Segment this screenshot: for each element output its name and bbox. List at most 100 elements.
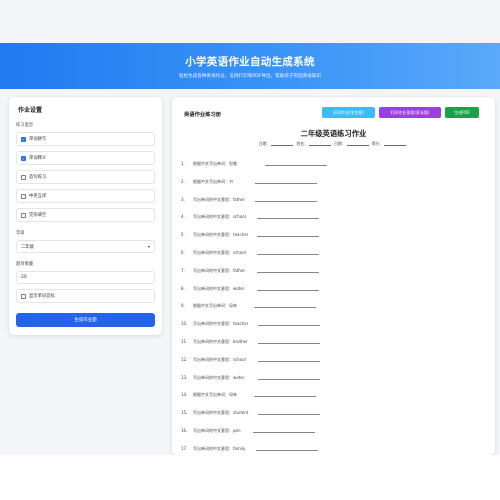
question-text: 根据中文写出单词：母亲 bbox=[193, 303, 237, 309]
question-number: 14. bbox=[181, 392, 188, 398]
app-title: 小学英语作业自动生成系统 bbox=[185, 56, 315, 68]
answer-line[interactable] bbox=[257, 289, 319, 291]
question-text: 写出单词的中文意思：school bbox=[193, 214, 246, 220]
practice-option[interactable]: 完形填空 bbox=[16, 208, 155, 222]
question-number: 5. bbox=[181, 232, 185, 238]
document-meta: 日期： 姓名： 日期： 得分： bbox=[172, 141, 495, 147]
question-item: 5. 写出单词的中文意思：teacher bbox=[181, 232, 319, 238]
practice-option-label: 单词拼写 bbox=[29, 137, 47, 142]
question-text: 写出单词的中文意思：brother bbox=[193, 339, 248, 344]
question-item: 11. 写出单词的中文意思：brother bbox=[181, 339, 320, 345]
question-item: 10. 写出单词的中文意思：teacher bbox=[181, 321, 320, 327]
grade-select[interactable]: 二年级 ▾ bbox=[16, 240, 155, 253]
question-number: 7. bbox=[181, 267, 185, 273]
question-number: 8. bbox=[181, 285, 185, 291]
practice-option[interactable]: 造句练习 bbox=[16, 170, 155, 184]
question-number: 13. bbox=[181, 374, 188, 380]
generate-homework-button[interactable]: 生成作业题 bbox=[16, 313, 155, 327]
practice-type-label: 练习类型 bbox=[16, 123, 34, 128]
answer-line[interactable] bbox=[253, 432, 315, 433]
chevron-down-icon: ▾ bbox=[147, 244, 150, 249]
question-item: 8. 写出单词的中文意思：water bbox=[181, 285, 319, 292]
question-number: 4. bbox=[181, 214, 185, 220]
document-title: 二年级英语练习作业 bbox=[300, 129, 367, 138]
question-text: 写出单词的中文意思：teacher bbox=[193, 321, 249, 327]
question-text: 写出单词的中文意思：student bbox=[193, 410, 249, 416]
practice-option[interactable]: 中英互译 bbox=[16, 189, 155, 203]
practice-option-checkbox[interactable]: ✓ bbox=[21, 136, 26, 142]
practice-option-checkbox[interactable]: ✓ bbox=[21, 155, 26, 161]
meta-score-label: 得分： bbox=[371, 141, 384, 146]
practice-option-label: 完形填空 bbox=[29, 213, 47, 218]
question-text: 写出单词的中文意思：father bbox=[193, 196, 246, 202]
answer-line[interactable] bbox=[265, 165, 327, 166]
answer-line[interactable] bbox=[257, 271, 319, 273]
question-text: 根据中文写出单词：母亲 bbox=[193, 392, 237, 398]
answer-line[interactable] bbox=[255, 200, 317, 202]
show-phonetics-label: 显示单词音标 bbox=[29, 294, 55, 299]
practice-option-checkbox[interactable] bbox=[21, 174, 26, 180]
question-item: 12. 写出单词的中文意思：school bbox=[181, 356, 320, 363]
question-text: 根据中文写出单词：铅笔 bbox=[193, 161, 237, 166]
meta-date-label: 日期： bbox=[258, 141, 271, 146]
answer-line[interactable] bbox=[257, 236, 319, 238]
answer-line[interactable] bbox=[254, 307, 316, 309]
question-text: 根据中文写出单词：书 bbox=[193, 178, 233, 184]
question-text: 写出单词的中文意思：school bbox=[193, 250, 246, 255]
practice-option[interactable]: ✓ 单词拼写 bbox=[16, 132, 155, 146]
answer-line[interactable] bbox=[258, 414, 320, 416]
page-footer bbox=[0, 455, 500, 500]
header-banner: 小学英语作业自动生成系统 轻松生成各种英语作业，支持打印和PDF导出，帮助孩子巩… bbox=[0, 43, 500, 89]
question-text: 写出单词的中文意思：teacher bbox=[193, 232, 249, 238]
export-pdf-button[interactable]: 生成PDF bbox=[445, 107, 479, 118]
question-number: 15. bbox=[181, 410, 188, 416]
grade-label: 年级 bbox=[16, 231, 25, 236]
practice-option[interactable]: ✓ 单词释义 bbox=[16, 151, 155, 165]
answer-line[interactable] bbox=[258, 360, 320, 362]
practice-option-checkbox[interactable] bbox=[21, 212, 26, 218]
question-item: 7. 写出单词的中文意思：father bbox=[181, 267, 319, 274]
question-number: 2. bbox=[181, 178, 185, 184]
preview-panel: 英语作业练习册 打印作业(学生版) 打印作业答案(家长版) 生成PDF 二年级英… bbox=[172, 97, 495, 455]
question-text: 写出单词的中文意思：family bbox=[193, 445, 246, 451]
show-phonetics-checkbox[interactable] bbox=[21, 293, 26, 299]
meta-name-label: 姓名： bbox=[296, 141, 308, 146]
question-item: 4. 写出单词的中文意思：school bbox=[181, 214, 319, 220]
question-count-value: 20 bbox=[21, 275, 27, 280]
question-number: 6. bbox=[181, 250, 185, 255]
question-number: 10. bbox=[181, 321, 188, 327]
answer-line[interactable] bbox=[258, 378, 320, 380]
question-item: 9. 根据中文写出单词：母亲 bbox=[181, 303, 316, 309]
question-number: 1. bbox=[181, 161, 185, 166]
question-number: 3. bbox=[181, 196, 185, 202]
question-text: 写出单词的中文意思：father bbox=[193, 267, 246, 273]
question-count-label: 题目数量 bbox=[16, 262, 34, 267]
question-number: 16. bbox=[181, 428, 188, 433]
answer-line[interactable] bbox=[258, 325, 320, 327]
grade-value: 二年级 bbox=[21, 244, 34, 250]
practice-option-checkbox[interactable] bbox=[21, 193, 26, 199]
answer-line[interactable] bbox=[254, 396, 316, 398]
question-text: 写出单词的中文意思：school bbox=[193, 356, 246, 362]
answer-line[interactable] bbox=[257, 254, 319, 255]
print-student-button[interactable]: 打印作业(学生版) bbox=[322, 107, 375, 118]
question-item: 17. 写出单词的中文意思：family bbox=[181, 445, 318, 452]
question-item: 3. 写出单词的中文意思：father bbox=[181, 196, 317, 203]
settings-title: 作业设置 bbox=[18, 107, 43, 114]
question-number: 9. bbox=[181, 303, 185, 309]
question-item: 15. 写出单词的中文意思：student bbox=[181, 410, 320, 416]
answer-line[interactable] bbox=[258, 343, 320, 344]
show-phonetics-option[interactable]: 显示单词音标 bbox=[16, 289, 155, 303]
question-number: 17. bbox=[181, 445, 188, 451]
answer-line[interactable] bbox=[255, 182, 317, 184]
answer-line[interactable] bbox=[257, 218, 319, 220]
print-teacher-button[interactable]: 打印作业答案(家长版) bbox=[379, 107, 441, 118]
meta-day-label: 日期： bbox=[334, 141, 346, 146]
question-item: 16. 写出单词的中文意思：pen bbox=[181, 428, 315, 434]
question-text: 写出单词的中文意思：pen bbox=[193, 428, 241, 433]
question-text: 写出单词的中文意思：water bbox=[193, 374, 245, 380]
question-text: 写出单词的中文意思：water bbox=[193, 285, 245, 291]
question-count-input[interactable]: 20 bbox=[16, 271, 155, 284]
answer-line[interactable] bbox=[256, 449, 318, 451]
practice-option-label: 中英互译 bbox=[29, 194, 47, 199]
